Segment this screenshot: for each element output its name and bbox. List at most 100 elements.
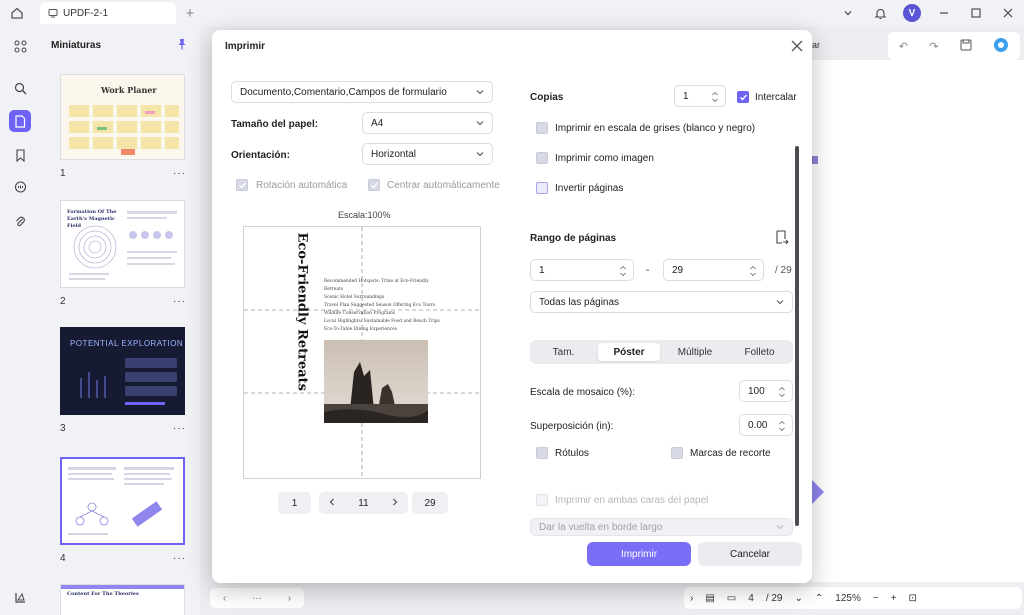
cut-marks-checkbox[interactable] [671, 447, 683, 459]
copies-label: Copias [530, 92, 564, 103]
preview-line: Recommended Hotspots: Trine at Eco-Frien… [324, 279, 429, 292]
comment-icon [14, 180, 26, 193]
zoom-out-icon[interactable]: − [867, 593, 885, 604]
prev-preview-page-button[interactable] [328, 498, 336, 509]
thumbnail-band [61, 585, 184, 589]
page-range-options-icon[interactable] [775, 230, 789, 246]
zoom-in-icon[interactable]: + [885, 593, 903, 604]
tabs-dropdown-button[interactable] [832, 0, 864, 26]
tab-booklet[interactable]: Folleto [730, 343, 789, 361]
preview-line: Scenic Hotel Surroundings [324, 295, 385, 300]
thumbnail-more-button[interactable]: ··· [173, 168, 186, 179]
tab-poster[interactable]: Póster [598, 343, 660, 361]
minimize-button[interactable] [928, 0, 960, 26]
ai-assistant-icon[interactable] [993, 37, 1009, 56]
stepper-arrows-icon[interactable] [749, 263, 757, 279]
stepper-arrows-icon[interactable] [778, 418, 786, 434]
close-window-button[interactable] [992, 0, 1024, 26]
page-range-select[interactable]: Todas las páginas [530, 291, 793, 313]
auto-center-checkbox[interactable] [368, 179, 380, 191]
notifications-button[interactable] [864, 0, 896, 26]
page-range-value: Todas las páginas [539, 296, 620, 308]
stepper-arrows-icon[interactable] [619, 263, 627, 279]
thumbnail-illustration [68, 467, 174, 535]
invert-pages-checkbox[interactable] [536, 182, 548, 194]
presentation-icon[interactable]: ▭ [721, 593, 742, 604]
print-button[interactable]: Imprimir [587, 542, 691, 566]
print-content-select[interactable]: Documento,Comentario,Campos de formulari… [231, 81, 493, 103]
add-tab-button[interactable]: + [176, 5, 204, 22]
close-dialog-icon[interactable] [790, 39, 804, 53]
thumbnail-number: 4 [60, 553, 66, 564]
current-page-input[interactable]: 4 [742, 593, 760, 604]
range-from-input[interactable]: 1 [530, 259, 634, 281]
print-dialog: Imprimir Documento,Comentario,Campos de … [212, 30, 812, 583]
thumbnail-more-button[interactable]: ··· [173, 553, 186, 564]
undo-icon[interactable]: ↶ [899, 40, 908, 53]
collate-checkbox[interactable] [737, 91, 749, 103]
pager-more-button[interactable]: ··· [252, 593, 262, 604]
chevron-left-icon[interactable]: ‹ [223, 593, 226, 604]
next-preview-page-button[interactable] [391, 498, 399, 509]
thumbnails-button[interactable] [9, 110, 31, 132]
preview-current-page[interactable]: 11 [358, 498, 368, 509]
prev-page-icon[interactable]: ⌃ [809, 593, 829, 604]
print-as-image-checkbox[interactable] [536, 152, 548, 164]
range-to-input[interactable]: 29 [663, 259, 764, 281]
stepper-arrows-icon[interactable] [778, 384, 786, 400]
attachments-button[interactable] [9, 210, 31, 232]
home-button[interactable] [0, 0, 34, 26]
orientation-select[interactable]: Horizontal [362, 143, 493, 165]
copies-input[interactable]: 1 [674, 85, 726, 107]
tile-scale-input[interactable]: 100 [739, 380, 793, 402]
invert-pages-label: Invertir páginas [555, 183, 624, 194]
reading-mode-icon[interactable]: ▤ [699, 593, 720, 604]
thumbnail-page-4[interactable] [60, 457, 185, 545]
grayscale-checkbox[interactable] [536, 122, 548, 134]
chevron-right-icon[interactable]: › [288, 593, 291, 604]
duplex-checkbox[interactable] [536, 494, 548, 506]
save-icon[interactable] [960, 39, 972, 54]
tab-multiple[interactable]: Múltiple [664, 343, 726, 361]
collate-label: Intercalar [755, 92, 797, 103]
thumbnail-page-5[interactable]: Content For The Theories [60, 584, 185, 615]
paper-size-label: Tamaño del papel: [231, 119, 319, 130]
thumbnail-page-3[interactable]: POTENTIAL EXPLORATION [60, 327, 185, 415]
stepper-arrows-icon[interactable] [711, 89, 719, 105]
user-account-button[interactable]: V [896, 0, 928, 26]
maximize-icon [971, 8, 981, 18]
document-tab[interactable]: UPDF-2-1 [40, 2, 176, 24]
total-pages: / 29 [765, 592, 783, 604]
tools-grid-button[interactable] [9, 35, 31, 57]
maximize-button[interactable] [960, 0, 992, 26]
copies-value: 1 [683, 90, 689, 102]
thumbnail-page-2[interactable]: Formation Of The Earth's Magnetic Field [60, 200, 185, 288]
pin-icon[interactable] [177, 38, 187, 50]
thumbnail-more-button[interactable]: ··· [173, 296, 186, 307]
collapse-icon[interactable]: › [684, 593, 699, 604]
actual-size-icon[interactable]: ⊡ [903, 593, 923, 604]
chevron-right-icon [393, 498, 398, 505]
left-tool-rail [0, 26, 40, 615]
redo-icon[interactable]: ↷ [929, 40, 938, 53]
first-page-button[interactable]: 1 [278, 492, 311, 514]
auto-rotate-checkbox[interactable] [236, 179, 248, 191]
overlap-input[interactable]: 0.00 [739, 414, 793, 436]
tab-size[interactable]: Tam. [534, 343, 593, 361]
next-page-icon[interactable]: ⌄ [789, 593, 809, 604]
search-button[interactable] [9, 77, 31, 99]
comments-button[interactable] [9, 176, 31, 198]
thumbnail-more-button[interactable]: ··· [173, 423, 186, 434]
options-scrollbar[interactable] [795, 146, 799, 526]
duplex-flip-select[interactable]: Dar la vuelta en borde largo [530, 518, 793, 536]
page-icon [15, 114, 26, 128]
zoom-level[interactable]: 125% [829, 593, 867, 604]
labels-checkbox[interactable] [536, 447, 548, 459]
thumbnail-number: 1 [60, 168, 66, 179]
cancel-button[interactable]: Cancelar [698, 542, 802, 566]
last-page-button[interactable]: 29 [412, 492, 448, 514]
bookmarks-button[interactable] [9, 144, 31, 166]
paper-size-select[interactable]: A4 [362, 112, 493, 134]
layers-button[interactable] [9, 586, 31, 608]
thumbnail-page-1[interactable]: Work Planer [60, 74, 185, 160]
